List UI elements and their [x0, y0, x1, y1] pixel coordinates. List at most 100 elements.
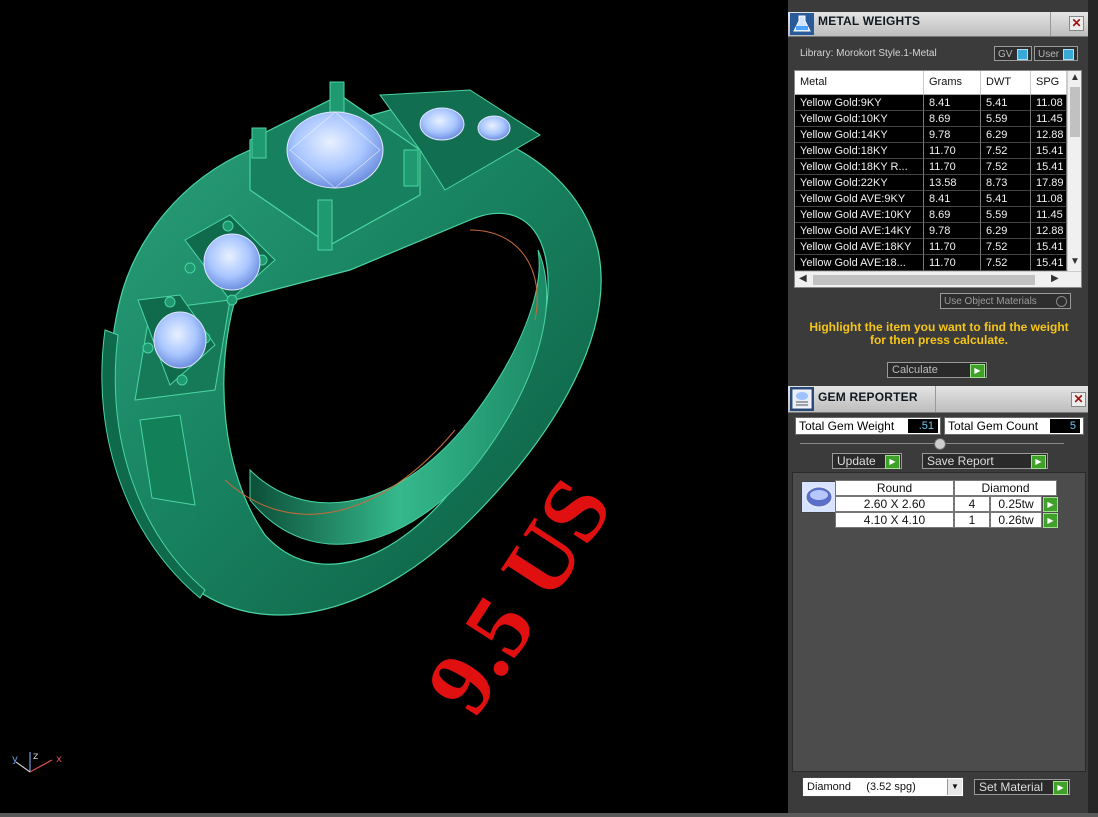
total-gem-weight-label: Total Gem Weight	[799, 419, 895, 433]
toggle-indicator-icon	[1063, 49, 1074, 60]
cell-dwt: 7.52	[981, 255, 1031, 271]
cell-dwt: 5.59	[981, 111, 1031, 127]
cell-grams: 8.41	[924, 95, 981, 111]
titlebar-divider	[1050, 12, 1051, 36]
cell-spg: 11.08	[1031, 191, 1067, 207]
play-icon: ▶	[970, 364, 985, 378]
gem-report-area: Round Diamond 2.60 X 2.60 4 0.25tw ▶ 4.10 X …	[792, 472, 1086, 772]
cell-grams: 8.69	[924, 207, 981, 223]
right-panel-stack: METAL WEIGHTS ✕ Library: Morokort Style.…	[788, 0, 1088, 813]
table-header: Metal Grams DWT SPG	[795, 71, 1067, 95]
user-toggle[interactable]: User	[1034, 46, 1078, 61]
use-object-materials-label: Use Object Materials	[944, 296, 1037, 307]
use-object-materials-toggle[interactable]: Use Object Materials	[940, 293, 1071, 309]
gem-material-header: Diamond	[954, 480, 1057, 496]
table-row[interactable]: Yellow Gold:14KY 9.78 6.29 12.88	[795, 127, 1067, 143]
instruction-line-2: for then press calculate.	[869, 333, 1009, 347]
table-row[interactable]: Yellow Gold:9KY 8.41 5.41 11.08	[795, 95, 1067, 111]
cell-grams: 11.70	[924, 159, 981, 175]
gem-report-icon	[790, 387, 814, 411]
total-gem-count-field: Total Gem Count 5	[944, 417, 1084, 435]
cell-metal: Yellow Gold AVE:9KY	[795, 191, 924, 207]
cell-metal: Yellow Gold AVE:10KY	[795, 207, 924, 223]
column-header-grams[interactable]: Grams	[924, 71, 981, 94]
gem-row-play-icon[interactable]: ▶	[1043, 497, 1058, 512]
set-material-button[interactable]: Set Material ▶	[974, 779, 1070, 795]
metal-weights-table: Metal Grams DWT SPG Yellow Gold:9KY 8.41 5…	[794, 70, 1082, 288]
splitter[interactable]	[800, 443, 1064, 444]
axis-gizmo: y z x	[12, 751, 62, 773]
ring-render: 9.5 US y z x	[12, 81, 631, 773]
total-gem-count-label: Total Gem Count	[948, 419, 1039, 433]
3d-viewport[interactable]: 9.5 US y z x	[0, 0, 788, 813]
cell-metal: Yellow Gold:10KY	[795, 111, 924, 127]
metal-weights-panel: METAL WEIGHTS ✕ Library: Morokort Style.…	[788, 0, 1088, 386]
axis-x-label: x	[56, 754, 62, 765]
flask-icon	[790, 13, 814, 35]
save-report-button[interactable]: Save Report ▶	[922, 453, 1048, 469]
material-select[interactable]: Diamond (3.52 spg) ▼	[802, 777, 964, 797]
table-row[interactable]: Yellow Gold:10KY 8.69 5.59 11.45	[795, 111, 1067, 127]
panel-edge	[1088, 0, 1098, 813]
close-icon[interactable]: ✕	[1071, 392, 1086, 407]
horizontal-scrollbar[interactable]: ◀ ▶	[795, 271, 1081, 287]
column-header-spg[interactable]: SPG	[1031, 71, 1067, 94]
cell-dwt: 5.41	[981, 95, 1031, 111]
gem-cell-size: 4.10 X 4.10	[835, 512, 954, 528]
cell-metal: Yellow Gold:22KY	[795, 175, 924, 191]
cell-metal: Yellow Gold:18KY R...	[795, 159, 924, 175]
column-header-dwt[interactable]: DWT	[981, 71, 1031, 94]
cell-dwt: 6.29	[981, 127, 1031, 143]
table-row[interactable]: Yellow Gold:18KY R... 11.70 7.52 15.41	[795, 159, 1067, 175]
gv-toggle[interactable]: GV	[994, 46, 1032, 61]
cell-metal: Yellow Gold:18KY	[795, 143, 924, 159]
total-gem-weight-field: Total Gem Weight .51	[795, 417, 941, 435]
play-icon: ▶	[1053, 781, 1068, 795]
set-material-label: Set Material	[979, 780, 1044, 794]
update-button[interactable]: Update ▶	[832, 453, 902, 469]
cell-dwt: 6.29	[981, 223, 1031, 239]
cell-spg: 15.41	[1031, 239, 1067, 255]
round-gem-icon[interactable]	[801, 481, 837, 513]
calculate-button[interactable]: Calculate ▶	[887, 362, 987, 378]
cell-metal: Yellow Gold:9KY	[795, 95, 924, 111]
cell-grams: 8.69	[924, 111, 981, 127]
cell-grams: 13.58	[924, 175, 981, 191]
chevron-down-icon[interactable]: ▼	[947, 779, 962, 795]
table-row[interactable]: Yellow Gold AVE:18KY 11.70 7.52 15.41	[795, 239, 1067, 255]
table-row[interactable]: Yellow Gold AVE:14KY 9.78 6.29 12.88	[795, 223, 1067, 239]
table-row[interactable]: Yellow Gold AVE:10KY 8.69 5.59 11.45	[795, 207, 1067, 223]
instruction-text: Highlight the item you want to find the …	[798, 321, 1080, 347]
metal-weights-titlebar[interactable]: METAL WEIGHTS ✕	[788, 12, 1088, 37]
table-row[interactable]: Yellow Gold:22KY 13.58 8.73 17.89	[795, 175, 1067, 191]
scroll-left-icon[interactable]: ◀	[799, 272, 807, 286]
cell-spg: 15.41	[1031, 159, 1067, 175]
cell-grams: 8.41	[924, 191, 981, 207]
cell-dwt: 5.59	[981, 207, 1031, 223]
scroll-thumb[interactable]	[1070, 87, 1080, 137]
close-icon[interactable]: ✕	[1069, 16, 1084, 31]
cell-grams: 9.78	[924, 127, 981, 143]
splitter-handle-icon[interactable]	[934, 438, 946, 450]
status-strip	[0, 813, 1098, 817]
cell-spg: 17.89	[1031, 175, 1067, 191]
scroll-right-icon[interactable]: ▶	[1051, 272, 1059, 286]
scroll-up-icon[interactable]: ▲	[1070, 71, 1080, 85]
update-label: Update	[837, 454, 876, 468]
table-row[interactable]: Yellow Gold AVE:18... 11.70 7.52 15.41	[795, 255, 1067, 271]
play-icon: ▶	[885, 455, 900, 469]
gem-shape-header: Round	[835, 480, 954, 496]
table-row[interactable]: Yellow Gold:18KY 11.70 7.52 15.41	[795, 143, 1067, 159]
cell-grams: 11.70	[924, 255, 981, 271]
material-select-value: Diamond (3.52 spg)	[807, 781, 916, 793]
scroll-down-icon[interactable]: ▼	[1070, 255, 1080, 269]
vertical-scrollbar[interactable]: ▲ ▼	[1067, 71, 1081, 271]
column-header-metal[interactable]: Metal	[795, 71, 924, 94]
cell-metal: Yellow Gold AVE:18...	[795, 255, 924, 271]
table-row[interactable]: Yellow Gold AVE:9KY 8.41 5.41 11.08	[795, 191, 1067, 207]
cell-grams: 11.70	[924, 239, 981, 255]
gem-reporter-titlebar[interactable]: GEM REPORTER ✕	[788, 386, 1088, 413]
gem-row-play-icon[interactable]: ▶	[1043, 513, 1058, 528]
scroll-thumb[interactable]	[813, 275, 1035, 285]
toggle-indicator-icon	[1017, 49, 1028, 60]
